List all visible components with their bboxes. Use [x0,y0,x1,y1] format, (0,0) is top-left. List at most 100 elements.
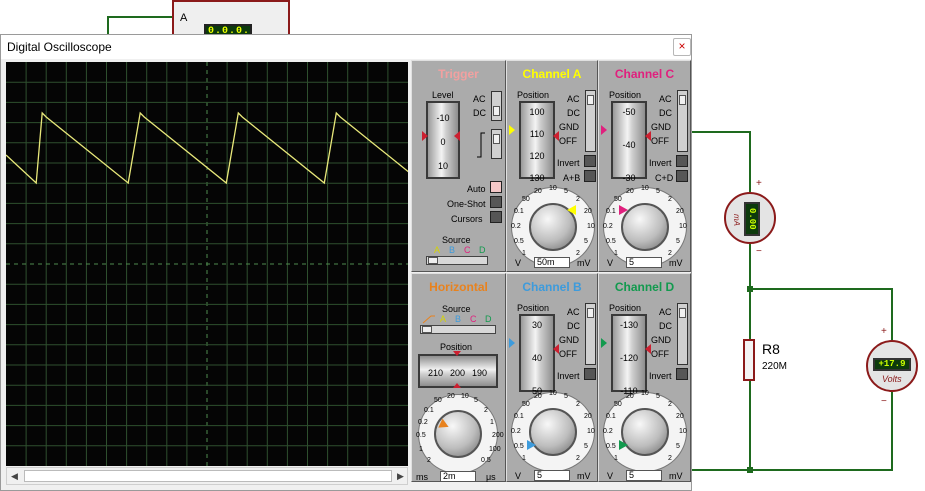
channel_c-position-left-arrow-icon [601,125,607,135]
trigger-source-slider[interactable] [426,256,488,265]
channel_c-position-tick: -50 [622,107,636,117]
trigger-oneshot-button[interactable] [490,196,502,208]
channel_d-gnd-label: GND [651,335,671,345]
scroll-right-icon[interactable]: ▶ [397,471,404,482]
channel_a-sum-label: A+B [563,173,581,183]
channel_d-dial-scale-label: 10 [679,428,687,435]
channel_c-position-slider[interactable]: -50 -40 -30 [611,101,647,183]
trigger-level-left-arrow-icon [422,131,428,141]
channel_c-invert-button[interactable] [676,155,688,167]
horizontal-position-tick: 200 [450,368,466,378]
trigger-level-tick: 10 [437,161,448,171]
resistor-name: R8 [762,341,780,357]
ammeter-label: A [180,12,188,24]
horizontal-dial-scale-label: 2 [484,407,488,414]
channel_d-volts-dial[interactable] [621,408,669,456]
scope-screen[interactable] [6,62,408,466]
horizontal-source-slider[interactable] [420,325,496,334]
trigger-cursors-button[interactable] [490,211,502,223]
channel_c-coupling-switch[interactable] [677,90,688,152]
timebase-value[interactable]: 2m [440,471,476,482]
channel_d-position-slider[interactable]: -130 -120 -110 [611,314,647,396]
channel_c-dial-scale-label: 2 [668,196,672,203]
voltmeter[interactable]: +17.9 Volts [866,340,918,392]
channel_a-dial-scale-label: 50 [522,196,530,203]
milliammeter[interactable]: 0.00 mA [724,192,776,244]
channel_b-volts-value[interactable]: 5 [534,470,570,481]
channel_d-position-left-arrow-icon [601,338,607,348]
channel_b-position-slider[interactable]: 30 40 50 [519,314,555,396]
channel_b-volts-dial[interactable] [529,408,577,456]
trigger-edge-icon[interactable] [474,131,488,159]
channel_d-dial-scale-label: 2 [668,455,672,462]
trigger-edge-switch[interactable] [491,129,502,159]
title-bar[interactable]: Digital Oscilloscope × [1,35,691,59]
channel_b-position-tick: 30 [531,320,542,330]
channel_c-unit-right: mV [669,258,683,268]
channel_d-position-tick: -130 [619,320,638,330]
timebase-unit-left: ms [416,472,428,482]
channel_c-volts-dial[interactable] [621,203,669,251]
horizontal-scrollbar[interactable]: ◀ ▶ [6,467,408,485]
channel_b-dial-scale-label: 5 [584,443,588,450]
channel_b-invert-button[interactable] [584,368,596,380]
channel_b-coupling-switch[interactable] [585,303,596,365]
milliammeter-display: 0.00 [744,202,760,236]
channel_a-coupling-switch[interactable] [585,90,596,152]
channel-d-panel: Channel D Position -130 -120 -110 AC DC GND OFF I… [598,273,691,482]
channel_d-dc-label: DC [659,321,672,331]
channel_b-dial-scale-label: 0.1 [514,413,524,420]
horizontal-dial-scale-label: 1 [490,419,494,426]
channel_c-dial-scale-label: 2 [668,250,672,257]
channel_a-volts-value[interactable]: 50m [534,257,570,268]
close-button[interactable]: × [673,38,691,56]
horizontal-dial-scale-label: 200 [492,432,504,439]
trigger-source-d: D [479,245,486,255]
horizontal-position-bottom-marker-icon [453,383,461,388]
channel_c-sum-button[interactable] [676,170,688,182]
channel_c-volts-value[interactable]: 5 [626,257,662,268]
channel_d-dial-scale-label: 5 [676,443,680,450]
oscilloscope-window[interactable]: Digital Oscilloscope × ◀ ▶ Trigger Level… [0,34,692,491]
channel_d-volts-value[interactable]: 5 [626,470,662,481]
channel_d-dial-scale-label: 1 [614,455,618,462]
trigger-coupling-switch[interactable] [491,91,502,121]
channel_a-dial-scale-label: 2 [576,196,580,203]
channel_a-position-slider[interactable]: 100 110 120 130 [519,101,555,183]
channel_b-dial-scale-label: 10 [587,428,595,435]
channel_a-invert-button[interactable] [584,155,596,167]
channel_b-gnd-label: GND [559,335,579,345]
ammeter-instrument[interactable]: A 0.0.0.0.0 [172,0,290,38]
channel_d-dial-scale-label: 0.2 [603,428,613,435]
trigger-level-label: Level [432,90,454,100]
channel_d-coupling-switch[interactable] [677,303,688,365]
channel_a-position-label: Position [517,90,550,100]
scroll-left-icon[interactable]: ◀ [11,471,18,482]
channel_a-dial-pointer-icon [567,205,576,215]
channel_d-invert-button[interactable] [676,368,688,380]
channel-b-panel: Channel B Position 30 40 50 AC DC GND OFF Invert V… [506,273,598,482]
scroll-thumb[interactable] [24,470,392,482]
channel_b-dial-scale-label: 1 [522,455,526,462]
trigger-title: Trigger [438,67,479,81]
channel_c-dial-scale-label: 0.1 [606,208,616,215]
channel_c-title: Channel C [614,67,675,81]
channel_c-ac-label: AC [659,94,672,104]
channel_c-dial-scale-label: 0.5 [606,238,616,245]
channel_c-off-label: OFF [651,136,669,146]
horizontal-panel: Horizontal Source A B C D Position 210 2… [411,273,506,482]
channel_a-sum-button[interactable] [584,170,596,182]
horizontal-source-b: B [455,314,462,324]
channel_a-ac-label: AC [567,94,580,104]
channel_a-title: Channel A [522,67,582,81]
timebase-unit-right: μs [486,472,496,482]
channel_a-unit-left: V [515,258,522,268]
channel_a-position-tick: 110 [529,129,545,139]
timebase-dial[interactable] [434,410,482,458]
trigger-auto-label: Auto [467,184,486,194]
trigger-auto-button[interactable] [490,181,502,193]
horizontal-source-a: A [440,314,447,324]
channel-c-panel: Channel C Position -50 -40 -30 AC DC GND OFF Inve… [598,60,691,272]
resistor-r8[interactable] [743,339,755,381]
channel_c-position-tick: -30 [622,173,636,183]
